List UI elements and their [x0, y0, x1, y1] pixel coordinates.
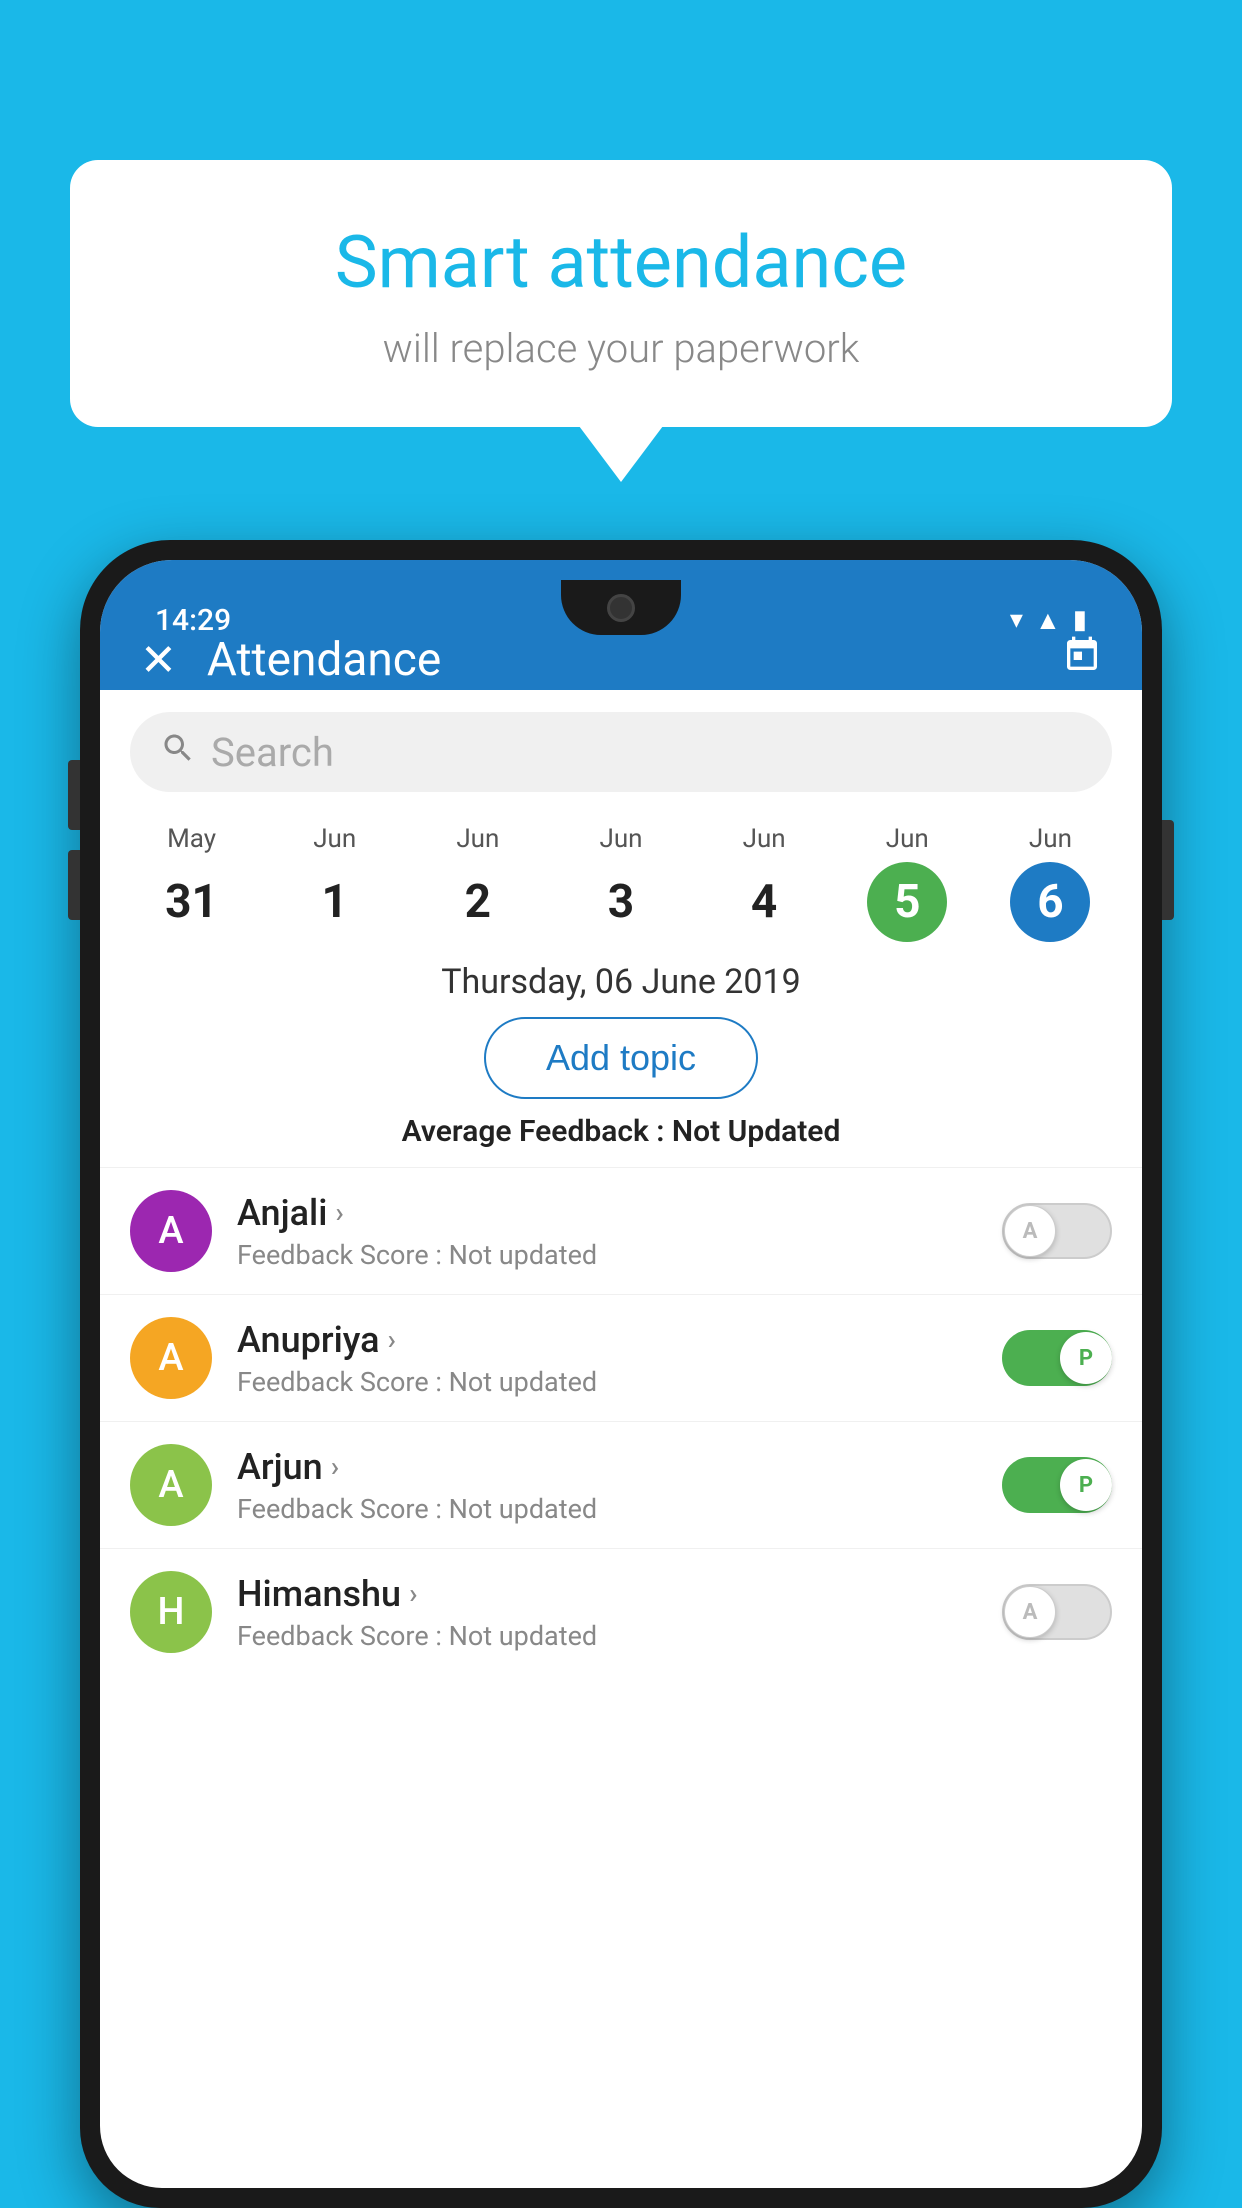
attendance-toggle[interactable]: P — [1002, 1330, 1112, 1386]
bubble-title: Smart attendance — [120, 220, 1122, 305]
date-month: May — [167, 824, 216, 854]
date-item[interactable]: Jun 1 — [263, 824, 406, 942]
student-feedback: Feedback Score : Not updated — [237, 1366, 977, 1398]
date-month: Jun — [743, 824, 786, 854]
student-feedback: Feedback Score : Not updated — [237, 1493, 977, 1525]
search-placeholder: Search — [211, 729, 334, 776]
date-item[interactable]: Jun 3 — [549, 824, 692, 942]
phone-screen: 14:29 ▾ ▲ ▮ ✕ Attendance — [100, 560, 1142, 2188]
signal-icon: ▲ — [1035, 605, 1061, 636]
battery-icon: ▮ — [1073, 605, 1087, 635]
date-item[interactable]: Jun 6 — [979, 824, 1122, 942]
avatar: H — [130, 1571, 212, 1653]
date-month: Jun — [886, 824, 929, 854]
status-icons: ▾ ▲ ▮ — [1010, 605, 1087, 636]
toggle-knob: P — [1060, 1459, 1112, 1511]
selected-date: Thursday, 06 June 2019 — [100, 962, 1142, 1002]
date-month: Jun — [1029, 824, 1072, 854]
list-item: A Arjun › Feedback Score : Not updated P — [100, 1421, 1142, 1548]
date-day[interactable]: 4 — [724, 862, 804, 942]
date-day[interactable]: 3 — [581, 862, 661, 942]
date-month: Jun — [599, 824, 642, 854]
bubble-subtitle: will replace your paperwork — [120, 325, 1122, 372]
list-item: H Himanshu › Feedback Score : Not updated A — [100, 1548, 1142, 1675]
avatar: A — [130, 1444, 212, 1526]
date-day[interactable]: 1 — [295, 862, 375, 942]
date-item[interactable]: May 31 — [120, 824, 263, 942]
power-button — [1162, 820, 1174, 920]
student-name[interactable]: Anupriya › — [237, 1319, 977, 1361]
status-bar: 14:29 ▾ ▲ ▮ — [100, 580, 1142, 660]
volume-up-button — [68, 760, 80, 830]
list-item: A Anupriya › Feedback Score : Not updated P — [100, 1294, 1142, 1421]
date-item[interactable]: Jun 2 — [406, 824, 549, 942]
chevron-icon: › — [388, 1323, 396, 1356]
volume-down-button — [68, 850, 80, 920]
date-day[interactable]: 2 — [438, 862, 518, 942]
chevron-icon: › — [331, 1450, 339, 1483]
student-list: AAnjali ›Feedback Score : Not updatedAAA… — [100, 1167, 1142, 1675]
date-item[interactable]: Jun 5 — [836, 824, 979, 942]
chevron-icon: › — [335, 1196, 343, 1229]
date-day[interactable]: 5 — [867, 862, 947, 942]
student-info: Himanshu › Feedback Score : Not updated — [237, 1573, 977, 1652]
speech-bubble: Smart attendance will replace your paper… — [70, 160, 1172, 427]
date-month: Jun — [456, 824, 499, 854]
phone-time: 14:29 — [155, 603, 231, 638]
toggle-knob: A — [1004, 1205, 1056, 1257]
date-day[interactable]: 6 — [1010, 862, 1090, 942]
student-name[interactable]: Anjali › — [237, 1192, 977, 1234]
student-name[interactable]: Himanshu › — [237, 1573, 977, 1615]
avg-feedback: Average Feedback : Not Updated — [100, 1114, 1142, 1149]
add-topic-button[interactable]: Add topic — [484, 1017, 758, 1099]
student-info: Arjun › Feedback Score : Not updated — [237, 1446, 977, 1525]
search-bar[interactable]: Search — [130, 712, 1112, 792]
attendance-toggle[interactable]: A — [1002, 1203, 1112, 1259]
student-name[interactable]: Arjun › — [237, 1446, 977, 1488]
search-icon — [160, 730, 196, 775]
student-info: Anupriya › Feedback Score : Not updated — [237, 1319, 977, 1398]
date-day[interactable]: 31 — [152, 862, 232, 942]
date-month: Jun — [313, 824, 356, 854]
attendance-toggle[interactable]: P — [1002, 1457, 1112, 1513]
list-item: A Anjali › Feedback Score : Not updated A — [100, 1167, 1142, 1294]
student-info: Anjali › Feedback Score : Not updated — [237, 1192, 977, 1271]
toggle-knob: A — [1004, 1586, 1056, 1638]
avatar: A — [130, 1190, 212, 1272]
phone-frame: 14:29 ▾ ▲ ▮ ✕ Attendance — [80, 540, 1162, 2208]
calendar-strip: May 31 Jun 1 Jun 2 Jun 3 Jun 4 Jun 5 Jun 6 — [100, 814, 1142, 952]
avatar: A — [130, 1317, 212, 1399]
camera — [607, 594, 635, 622]
toggle-knob: P — [1060, 1332, 1112, 1384]
attendance-toggle[interactable]: A — [1002, 1584, 1112, 1640]
chevron-icon: › — [409, 1577, 417, 1610]
student-feedback: Feedback Score : Not updated — [237, 1239, 977, 1271]
student-feedback: Feedback Score : Not updated — [237, 1620, 977, 1652]
date-item[interactable]: Jun 4 — [693, 824, 836, 942]
phone-notch — [561, 580, 681, 635]
wifi-icon: ▾ — [1010, 605, 1023, 635]
